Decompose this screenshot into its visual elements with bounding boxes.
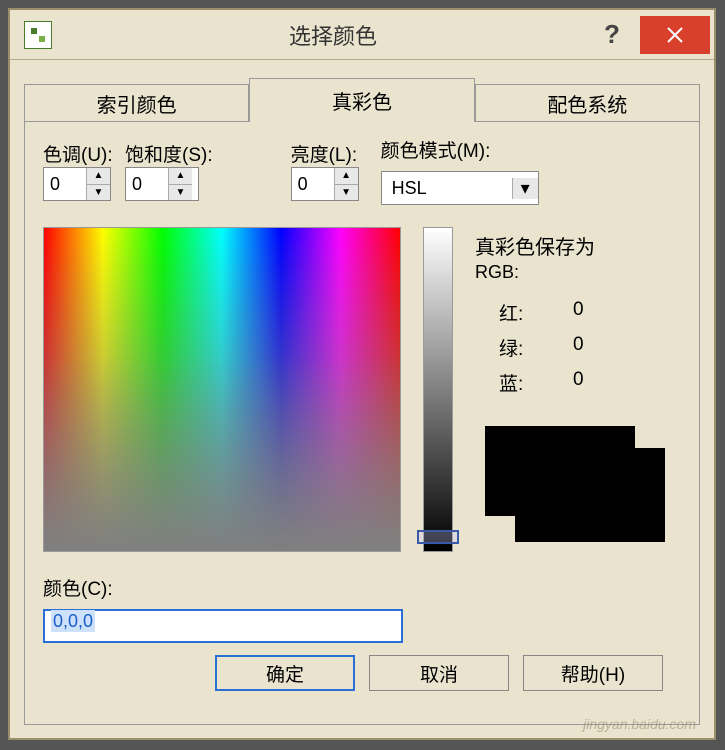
watermark: jingyan.baidu.com [583, 716, 696, 732]
saveas-label: 真彩色保存为 [475, 231, 681, 260]
rgb-label: RGB: [475, 262, 681, 283]
lightness-thumb[interactable] [417, 530, 459, 544]
hue-label: 色调(U): [43, 140, 125, 167]
hue-down[interactable]: ▼ [87, 185, 110, 201]
truecolor-panel: 色调(U): ▲▼ 饱和度(S): ▲▼ 亮度(L): [24, 121, 700, 725]
client-area: 索引颜色 真彩色 配色系统 色调(U): ▲▼ 饱和度(S): ▲▼ [10, 60, 714, 736]
help-button[interactable]: ? [584, 16, 640, 54]
cancel-button[interactable]: 取消 [369, 655, 509, 691]
sat-down[interactable]: ▼ [169, 185, 192, 201]
dialog-title: 选择颜色 [52, 19, 584, 51]
light-input[interactable] [292, 168, 334, 200]
tab-color-scheme[interactable]: 配色系统 [475, 84, 700, 122]
ok-button[interactable]: 确定 [215, 655, 355, 691]
color-text-value: 0,0,0 [51, 610, 95, 632]
app-icon [24, 21, 52, 49]
tab-true-color[interactable]: 真彩色 [249, 78, 474, 122]
mode-value: HSL [382, 178, 512, 199]
color-text-input[interactable]: 0,0,0 [43, 609, 403, 643]
lightness-gradient [423, 227, 453, 552]
blue-value: 0 [573, 369, 584, 396]
color-field-label: 颜色(C): [43, 574, 681, 601]
chevron-down-icon[interactable]: ▾ [512, 178, 538, 199]
help-button-footer[interactable]: 帮助(H) [523, 655, 663, 691]
light-label: 亮度(L): [291, 140, 373, 167]
green-value: 0 [573, 334, 584, 361]
tab-strip: 索引颜色 真彩色 配色系统 [24, 78, 700, 122]
color-swatch [475, 426, 681, 544]
hue-sat-field[interactable] [43, 227, 401, 552]
red-label: 红: [499, 299, 539, 326]
close-button[interactable] [640, 16, 710, 54]
light-down[interactable]: ▼ [335, 185, 358, 201]
rgb-readout: 真彩色保存为 RGB: 红: 0 绿: 0 蓝: 0 [475, 227, 681, 552]
color-mode-select[interactable]: HSL ▾ [381, 171, 539, 205]
hue-input[interactable] [44, 168, 86, 200]
blue-label: 蓝: [499, 369, 539, 396]
hue-up[interactable]: ▲ [87, 168, 110, 185]
hue-spinner[interactable]: ▲▼ [43, 167, 111, 201]
titlebar: 选择颜色 ? [10, 10, 714, 60]
color-dialog: 选择颜色 ? 索引颜色 真彩色 配色系统 色调(U): ▲▼ 饱和度(S) [8, 8, 716, 740]
sat-spinner[interactable]: ▲▼ [125, 167, 199, 201]
mode-label: 颜色模式(M): [381, 136, 539, 163]
green-label: 绿: [499, 334, 539, 361]
dialog-buttons: 确定 取消 帮助(H) [43, 643, 681, 691]
lightness-slider[interactable] [417, 227, 459, 552]
picker-row: 真彩色保存为 RGB: 红: 0 绿: 0 蓝: 0 [43, 227, 681, 552]
saturation-overlay [44, 228, 400, 551]
sat-up[interactable]: ▲ [169, 168, 192, 185]
light-spinner[interactable]: ▲▼ [291, 167, 359, 201]
close-icon [666, 26, 684, 44]
new-color-swatch [515, 448, 665, 542]
sat-input[interactable] [126, 168, 168, 200]
light-up[interactable]: ▲ [335, 168, 358, 185]
sat-label: 饱和度(S): [125, 140, 213, 167]
hsl-inputs-row: 色调(U): ▲▼ 饱和度(S): ▲▼ 亮度(L): [43, 136, 681, 205]
red-value: 0 [573, 299, 584, 326]
tab-index-color[interactable]: 索引颜色 [24, 84, 249, 122]
